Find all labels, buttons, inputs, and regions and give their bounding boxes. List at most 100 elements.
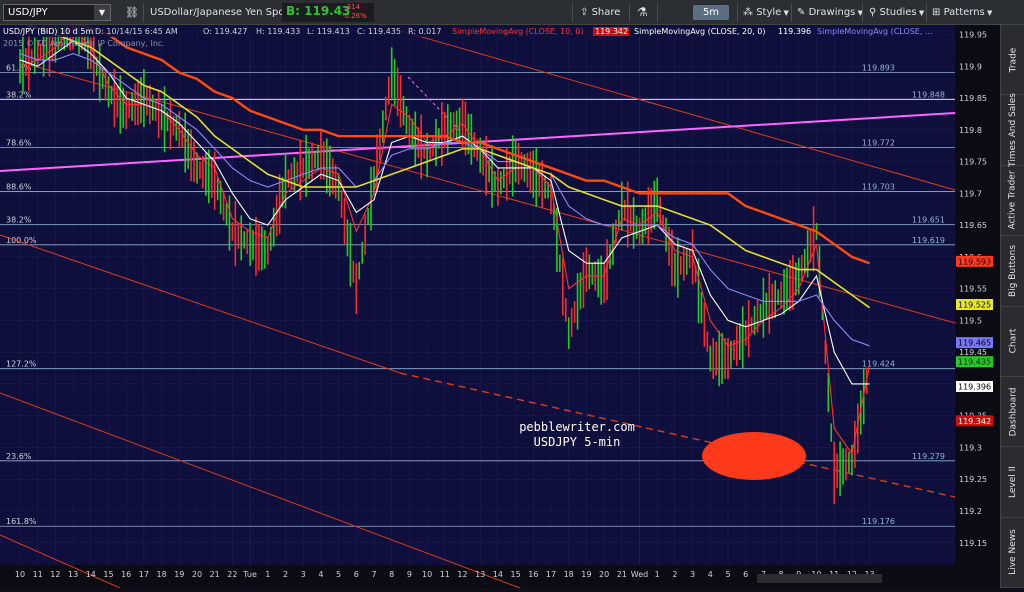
fib-level-label: 23.6% <box>6 452 32 461</box>
watermark-label: USDJPY 5-min <box>534 435 621 449</box>
time-tick-label: 10 <box>15 570 25 579</box>
chevron-down-icon[interactable]: ▼ <box>94 5 110 20</box>
sma20-label: SimpleMovingAvg (CLOSE, 20, 0) <box>634 27 765 36</box>
ohlc-high: H: 119.433 <box>256 27 300 36</box>
sidebar-tab-dashboard[interactable]: Dashboard <box>1001 377 1024 448</box>
drawings-icon: ✎ <box>797 7 806 18</box>
ohlc-range: R: 0.017 <box>408 27 441 36</box>
copyright-text: 2015 © TD Ameritrade IP Company, Inc. <box>3 39 165 48</box>
drawings-label: Drawings <box>808 7 856 18</box>
time-tick-label: 19 <box>174 570 184 579</box>
fib-level-price: 119.848 <box>912 90 945 99</box>
timeframe-selector[interactable]: 5m <box>693 5 729 20</box>
bid-price-box: B: 119.43 -.314 -0.26% <box>282 3 374 22</box>
style-button[interactable]: ⁂ Style ▼ <box>743 0 789 25</box>
price-tick-label: 119.9 <box>959 62 982 71</box>
price-badge-text: 119.435 <box>958 358 991 367</box>
toolbar-divider <box>143 3 144 22</box>
price-badge-text: 119.593 <box>958 257 991 266</box>
ohlc-low: L: 119.413 <box>307 27 350 36</box>
ohlc-open: O: 119.427 <box>203 27 247 36</box>
price-chart[interactable]: 61.8% 119.89338.2% 119.84878.6% 119.77288.6… <box>0 0 1000 589</box>
horizontal-scrollbar[interactable] <box>757 574 882 583</box>
sidebar-tab-label: Level II <box>1008 465 1018 498</box>
fib-level-price: 119.772 <box>862 139 895 148</box>
time-tick-label: 12 <box>457 570 467 579</box>
bid-change-abs: -.314 <box>342 3 361 11</box>
price-tick-label: 119.5 <box>959 316 982 325</box>
price-badge-text: 119.525 <box>958 301 991 310</box>
sidebar-tab-active-trader[interactable]: Active Trader <box>1001 166 1024 237</box>
patterns-icon: ⊞ <box>932 7 941 18</box>
time-tick-label: 9 <box>407 570 412 579</box>
studies-button[interactable]: ⚲ Studies ▼ <box>869 0 924 25</box>
studies-icon: ⚲ <box>869 7 877 18</box>
price-badge-text: 119.396 <box>958 382 991 391</box>
sidebar-tab-label: Chart <box>1008 328 1019 354</box>
time-tick-label: 6 <box>354 570 359 579</box>
fib-level-label: 38.2% <box>6 215 32 224</box>
fib-level-price: 119.424 <box>862 360 895 369</box>
time-tick-label: 4 <box>708 570 713 579</box>
chart-area[interactable]: 61.8% 119.893 38.2% 119.848 78.6% 119.772 88.6… <box>0 0 1000 589</box>
fib-level-price: 119.893 <box>862 64 895 73</box>
drawings-button[interactable]: ✎ Drawings ▼ <box>797 0 863 25</box>
share-button[interactable]: ⇪ Share <box>580 0 620 25</box>
time-tick-label: 1 <box>265 570 270 579</box>
fib-level-label: 38.2% <box>6 90 32 99</box>
toolbar-divider <box>926 3 927 22</box>
bid-price: B: 119.43 <box>286 4 351 18</box>
bid-change-pct: -0.26% <box>342 12 367 20</box>
toolbar-divider <box>629 3 630 22</box>
time-tick-label: 22 <box>227 570 237 579</box>
sidebar-tab-label: Big Buttons <box>1008 244 1018 297</box>
share-icon: ⇪ <box>580 7 589 18</box>
time-tick-label: 15 <box>511 570 521 579</box>
sidebar-tab-label: Trade <box>1008 47 1019 73</box>
time-tick-label: 6 <box>743 570 748 579</box>
symbol-text: USD/JPY <box>8 7 48 18</box>
sidebar-tab-label: Dashboard <box>1008 387 1019 436</box>
sidebar-tab-times-and-sales[interactable]: Times And Sales <box>1001 93 1024 167</box>
price-badge-text: 119.342 <box>958 417 991 426</box>
watermark-site: pebblewriter.com <box>519 420 635 434</box>
flask-icon[interactable]: ⚗ <box>637 0 648 25</box>
price-tick-label: 119.15 <box>959 539 987 548</box>
time-tick-label: 20 <box>599 570 609 579</box>
sidebar-tab-big-buttons[interactable]: Big Buttons <box>1001 236 1024 307</box>
sidebar-tab-live-news[interactable]: Live News <box>1001 518 1024 588</box>
sidebar-tab-level-ii[interactable]: Level II <box>1001 447 1024 518</box>
time-tick-label: 12 <box>50 570 60 579</box>
time-tick-label: Wed <box>631 570 648 579</box>
fib-level-price: 119.176 <box>862 517 895 526</box>
chart-title: USD/JPY (BID) 10 d 5m <box>3 27 93 36</box>
style-icon: ⁂ <box>743 7 753 18</box>
price-tick-label: 119.95 <box>959 31 987 40</box>
highlight-marker <box>702 432 806 480</box>
time-tick-label: 13 <box>475 570 485 579</box>
time-tick-label: 17 <box>139 570 149 579</box>
time-tick-label: 10 <box>422 570 432 579</box>
patterns-button[interactable]: ⊞ Patterns ▼ <box>932 0 992 25</box>
fib-level-price: 119.279 <box>912 452 945 461</box>
link-icon[interactable]: ⛓ <box>125 0 139 25</box>
symbol-selector[interactable]: USD/JPY ▼ <box>3 4 111 21</box>
toolbar-divider <box>657 3 658 22</box>
sidebar-tab-trade[interactable]: Trade <box>1001 25 1024 96</box>
fib-level-label: 100.0% <box>6 236 37 245</box>
time-tick-label: 20 <box>192 570 202 579</box>
time-tick-label: 15 <box>103 570 113 579</box>
ohlc-close: C: 119.435 <box>357 27 401 36</box>
fib-level-label: 88.6% <box>6 182 32 191</box>
price-tick-label: 119.3 <box>959 443 982 452</box>
sidebar-tab-chart[interactable]: Chart <box>1001 307 1024 377</box>
time-tick-label: 14 <box>86 570 96 579</box>
price-tick-label: 119.25 <box>959 475 987 484</box>
top-toolbar: USD/JPY ▼ ⛓ USDollar/Japanese Yen Spot B… <box>0 0 1024 25</box>
time-tick-label: 19 <box>581 570 591 579</box>
style-label: Style <box>756 7 782 18</box>
time-axis: 10 11 12 13 14 15 16 17 18 19 20 21 22 Tue 1 2 3 4 5 6 7 8 9 10… <box>15 570 875 579</box>
sma20-value: 119.396 <box>778 27 811 36</box>
time-tick-label: 2 <box>283 570 288 579</box>
studies-label: Studies <box>879 7 917 18</box>
